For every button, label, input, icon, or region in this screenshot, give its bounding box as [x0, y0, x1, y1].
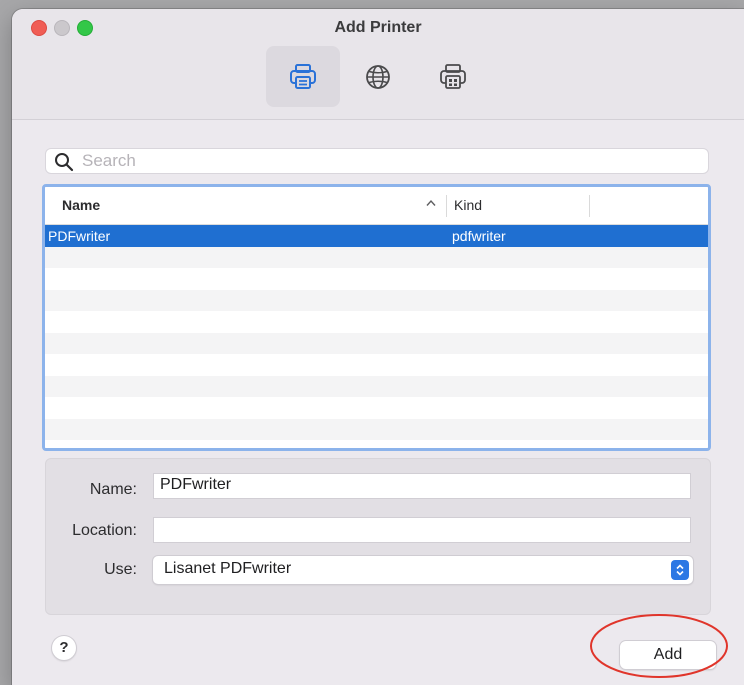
printer-kind-cell: pdfwriter [452, 228, 506, 244]
empty-row [45, 375, 708, 397]
empty-row [45, 289, 708, 311]
printer-details-panel: Name: PDFwriter Location: Use: Lisanet P… [45, 458, 711, 615]
windows-printers-tab[interactable] [416, 46, 490, 107]
column-header-name[interactable]: Name [62, 197, 100, 213]
name-field-value: PDFwriter [160, 476, 232, 493]
sort-ascending-icon [426, 196, 436, 210]
use-driver-value: Lisanet PDFwriter [164, 560, 292, 577]
table-header: Name Kind [45, 187, 708, 225]
help-button[interactable]: ? [52, 636, 76, 660]
empty-row [45, 311, 708, 333]
search-placeholder: Search [82, 151, 136, 170]
titlebar: Add Printer [12, 9, 744, 120]
empty-row [45, 418, 708, 440]
use-label: Use: [104, 561, 137, 578]
empty-row [45, 332, 708, 354]
chevron-updown-icon [671, 560, 689, 580]
use-driver-popup[interactable]: Lisanet PDFwriter [153, 556, 693, 584]
add-button[interactable]: Add [620, 641, 716, 669]
location-label: Location: [72, 522, 137, 539]
column-divider[interactable] [446, 195, 447, 217]
printer-name-cell: PDFwriter [48, 228, 111, 244]
name-field[interactable]: PDFwriter [153, 473, 691, 499]
empty-row [45, 268, 708, 290]
location-field[interactable] [153, 517, 691, 543]
search-icon [54, 152, 74, 177]
default-printers-tab[interactable] [266, 46, 340, 107]
windows-printer-icon [438, 63, 468, 91]
window-title: Add Printer [334, 19, 422, 36]
add-printer-window: Add Printer Search Name Kind PDFwriter p… [12, 9, 744, 685]
printer-list[interactable]: Name Kind PDFwriter pdfwriter [42, 184, 711, 451]
table-rows: PDFwriter pdfwriter [45, 225, 708, 448]
empty-row [45, 397, 708, 419]
name-label: Name: [89, 481, 137, 498]
empty-row [45, 246, 708, 268]
default-printer-icon [288, 63, 318, 91]
empty-row [45, 440, 708, 448]
empty-row [45, 354, 708, 376]
table-row[interactable]: PDFwriter pdfwriter [45, 225, 708, 247]
ip-printers-tab[interactable] [341, 46, 415, 107]
column-header-kind[interactable]: Kind [454, 197, 482, 213]
column-divider[interactable] [589, 195, 590, 217]
globe-ip-icon [364, 63, 392, 91]
search-field[interactable]: Search [45, 148, 709, 174]
